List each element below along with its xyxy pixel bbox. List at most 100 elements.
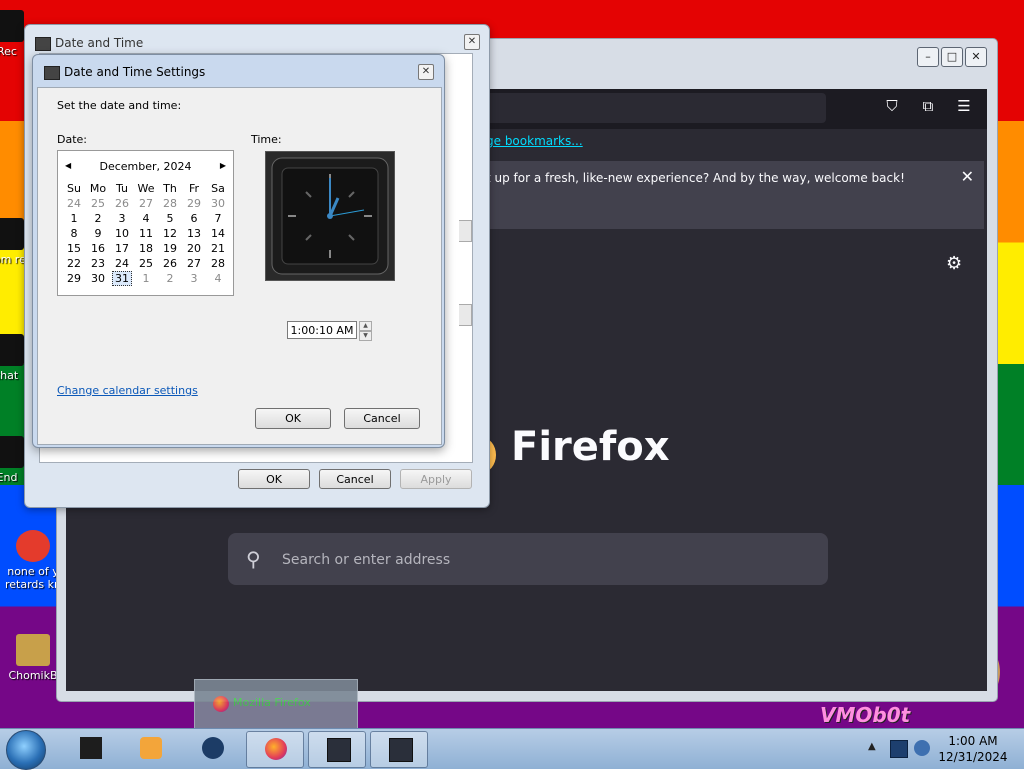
close-icon[interactable]: ✕ <box>418 64 434 80</box>
calendar-day[interactable]: 11 <box>134 226 158 241</box>
taskbar-clock-date[interactable]: 12/31/2024 <box>930 750 1016 764</box>
calendar-day[interactable]: 13 <box>182 226 206 241</box>
firefox-icon <box>213 696 229 712</box>
calendar-day[interactable]: 19 <box>158 241 182 256</box>
desktop-icon[interactable]: ChomikB <box>2 634 64 682</box>
media-player-icon <box>140 737 162 759</box>
volume-icon[interactable] <box>914 740 930 756</box>
calendar-day[interactable]: 26 <box>158 256 182 271</box>
desktop-icon[interactable]: none of y retards kn <box>2 530 64 591</box>
calendar-day[interactable]: 23 <box>86 256 110 271</box>
calendar-day[interactable]: 25 <box>134 256 158 271</box>
calendar[interactable]: ◀ December, 2024 ▶ Su Mo Tu We Th Fr Sa … <box>57 150 234 296</box>
calendar-day[interactable]: 2 <box>86 211 110 226</box>
close-icon[interactable]: ✕ <box>965 47 987 67</box>
time-spinner[interactable]: ▲ ▼ <box>359 321 372 341</box>
calendar-day[interactable]: 29 <box>62 271 86 286</box>
calendar-day-number: 19 <box>163 242 177 255</box>
calendar-day-number: 29 <box>67 272 81 285</box>
start-button[interactable] <box>6 730 46 770</box>
firefox-wordmark: Firefox <box>511 424 670 470</box>
calendar-day[interactable]: 18 <box>134 241 158 256</box>
close-icon[interactable]: ✕ <box>464 34 480 50</box>
calendar-day[interactable]: 25 <box>86 196 110 211</box>
calendar-day[interactable]: 5 <box>158 211 182 226</box>
calendar-day-selected[interactable]: 31 <box>110 271 134 286</box>
taskbar-clock-time[interactable]: 1:00 AM <box>930 734 1016 748</box>
calendar-day[interactable]: 27 <box>134 196 158 211</box>
calendar-day[interactable]: 6 <box>182 211 206 226</box>
close-icon[interactable]: ✕ <box>961 167 974 186</box>
gear-icon[interactable]: ⚙ <box>946 253 962 274</box>
calendar-day[interactable]: 26 <box>110 196 134 211</box>
calendar-day[interactable]: 24 <box>62 196 86 211</box>
search-box[interactable]: ⚲ <box>228 533 828 587</box>
monitor-icon[interactable] <box>890 740 908 758</box>
calendar-day[interactable]: 29 <box>182 196 206 211</box>
calendar-day[interactable]: 20 <box>182 241 206 256</box>
clock-face <box>271 157 389 275</box>
next-month-icon[interactable]: ▶ <box>220 161 226 170</box>
calendar-day[interactable]: 28 <box>206 256 230 271</box>
taskbar-app[interactable] <box>62 731 118 766</box>
calendar-day[interactable]: 9 <box>86 226 110 241</box>
calendar-day-number: 27 <box>187 257 201 270</box>
taskbar-app[interactable] <box>122 731 178 766</box>
calendar-day-number: 22 <box>67 257 81 270</box>
calendar-day[interactable]: 28 <box>158 196 182 211</box>
weekday-label: Mo <box>89 182 107 195</box>
calendar-day[interactable]: 4 <box>206 271 230 286</box>
change-calendar-settings-link[interactable]: Change calendar settings <box>57 384 198 397</box>
calendar-day[interactable]: 12 <box>158 226 182 241</box>
calendar-day[interactable]: 2 <box>158 271 182 286</box>
search-input[interactable] <box>280 533 804 587</box>
taskbar-app[interactable] <box>308 731 366 768</box>
calendar-day-number: 17 <box>115 242 129 255</box>
taskbar-app[interactable] <box>370 731 428 768</box>
calendar-day[interactable]: 1 <box>134 271 158 286</box>
calendar-day[interactable]: 24 <box>110 256 134 271</box>
calendar-day[interactable]: 4 <box>134 211 158 226</box>
calendar-day[interactable]: 27 <box>182 256 206 271</box>
calendar-day[interactable]: 21 <box>206 241 230 256</box>
cancel-button[interactable]: Cancel <box>319 469 391 489</box>
calendar-day[interactable]: 30 <box>86 271 110 286</box>
calendar-day[interactable]: 16 <box>86 241 110 256</box>
address-bar[interactable] <box>486 93 826 123</box>
monitor-icon <box>327 738 351 762</box>
hidden-button[interactable] <box>459 304 472 326</box>
ok-button[interactable]: OK <box>255 408 331 429</box>
taskbar: ▲ 1:00 AM 12/31/2024 <box>0 728 1024 770</box>
window-controls: – □ ✕ <box>917 47 987 67</box>
menu-icon[interactable]: ☰ <box>954 97 974 115</box>
taskbar-preview[interactable]: Mozilla Firefox <box>194 679 358 729</box>
calendar-day[interactable]: 17 <box>110 241 134 256</box>
chevron-up-icon[interactable]: ▲ <box>359 321 372 331</box>
ok-button[interactable]: OK <box>238 469 310 489</box>
time-field[interactable] <box>287 321 357 339</box>
apply-button[interactable]: Apply <box>400 469 472 489</box>
calendar-day[interactable]: 7 <box>206 211 230 226</box>
calendar-day[interactable]: 22 <box>62 256 86 271</box>
cancel-button[interactable]: Cancel <box>344 408 420 429</box>
calendar-day[interactable]: 3 <box>110 211 134 226</box>
taskbar-app-firefox[interactable] <box>246 731 304 768</box>
calendar-day[interactable]: 8 <box>62 226 86 241</box>
pocket-icon[interactable]: ⛉ <box>882 97 902 115</box>
calendar-day-number: 21 <box>211 242 225 255</box>
minimize-icon[interactable]: – <box>917 47 939 67</box>
hidden-button[interactable] <box>459 220 472 242</box>
calendar-day[interactable]: 15 <box>62 241 86 256</box>
maximize-icon[interactable]: □ <box>941 47 963 67</box>
chevron-down-icon[interactable]: ▼ <box>359 331 372 341</box>
calendar-month[interactable]: December, 2024 <box>58 160 233 173</box>
calendar-day[interactable]: 30 <box>206 196 230 211</box>
calendar-day[interactable]: 10 <box>110 226 134 241</box>
chevron-up-icon[interactable]: ▲ <box>868 741 876 752</box>
calendar-day[interactable]: 14 <box>206 226 230 241</box>
calendar-day[interactable]: 1 <box>62 211 86 226</box>
taskbar-app[interactable] <box>184 731 240 766</box>
import-bookmarks-link[interactable]: ge bookmarks... <box>486 129 966 153</box>
extensions-icon[interactable]: ⧉ <box>918 97 938 115</box>
calendar-day[interactable]: 3 <box>182 271 206 286</box>
